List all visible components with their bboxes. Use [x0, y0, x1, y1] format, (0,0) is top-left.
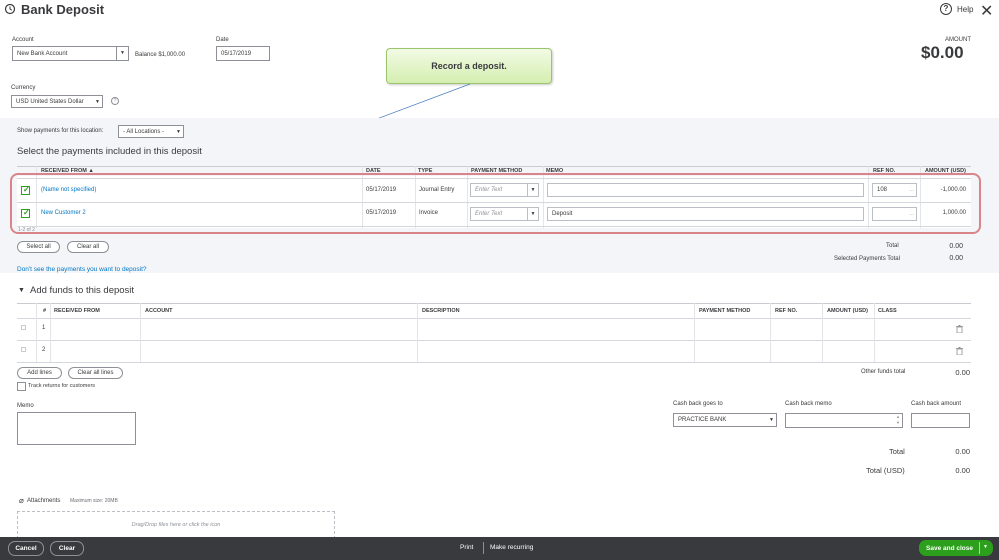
footer-divider — [483, 542, 484, 554]
funds-col-class: CLASS — [878, 308, 897, 314]
clear-button[interactable]: Clear — [50, 541, 84, 556]
chevron-down-icon: ▼ — [176, 128, 181, 135]
trash-icon[interactable] — [956, 347, 963, 356]
cashback-goes-to-select[interactable]: PRACTICE BANK ▼ — [673, 413, 777, 427]
select-all-button[interactable]: Select all — [17, 241, 60, 253]
funds-col-account: ACCOUNT — [145, 308, 173, 314]
resize-handle-icon[interactable]: ▲ ▼ — [896, 414, 900, 426]
clear-all-button[interactable]: Clear all — [67, 241, 109, 253]
paperclip-icon[interactable]: ⌀ — [19, 496, 24, 505]
add-lines-button[interactable]: Add lines — [17, 367, 62, 379]
chevron-down-icon[interactable]: ▼ — [983, 544, 988, 550]
funds-row-num: 1 — [42, 325, 46, 331]
funds-col-payment-method: PAYMENT METHOD — [699, 308, 751, 314]
clear-all-lines-button[interactable]: Clear all lines — [68, 367, 123, 379]
funds-col-amount: AMOUNT (USD) — [827, 308, 868, 314]
chevron-down-icon: ▼ — [769, 417, 774, 423]
payments-total-value: 0.00 — [949, 243, 963, 250]
drag-handle-icon[interactable] — [21, 325, 26, 330]
save-close-button[interactable]: Save and close ▼ — [919, 540, 993, 556]
chevron-down-icon: ▼ — [95, 98, 100, 105]
funds-col-description: DESCRIPTION — [422, 308, 460, 314]
memo-textarea[interactable] — [17, 412, 136, 445]
total-value: 0.00 — [955, 447, 970, 456]
attachments-label: Attachments — [27, 498, 61, 504]
collapse-caret-icon[interactable]: ▼ — [18, 287, 25, 294]
cashback-amount-label: Cash back amount — [911, 401, 962, 407]
selected-total-value: 0.00 — [949, 255, 963, 262]
drag-handle-icon[interactable] — [21, 347, 26, 352]
highlight-box — [10, 173, 981, 234]
total-label: Total — [889, 447, 905, 456]
total-usd-value: 0.00 — [955, 466, 970, 475]
attachments-dropzone[interactable]: Drag/Drop files here or click the icon — [17, 511, 335, 539]
attachments-max-size: Maximum size: 20MB — [70, 498, 118, 504]
currency-select[interactable]: USD United States Dollar ▼ — [11, 95, 103, 108]
track-returns-checkbox[interactable] — [17, 382, 26, 391]
funds-col-ref-no: REF NO. — [775, 308, 798, 314]
total-usd-label: Total (USD) — [866, 466, 905, 475]
selected-total-label: Selected Payments Total — [834, 256, 900, 262]
missing-payments-link[interactable]: Don't see the payments you want to depos… — [17, 266, 147, 273]
other-funds-total-label: Other funds total — [861, 369, 906, 375]
funds-col-num: # — [43, 308, 47, 314]
dropzone-hint: Drag/Drop files here or click the icon — [131, 522, 221, 528]
funds-col-received-from: RECEIVED FROM — [54, 308, 100, 314]
make-recurring-link[interactable]: Make recurring — [490, 544, 533, 551]
payments-section-title: Select the payments included in this dep… — [17, 146, 202, 157]
payments-total-label: Total — [886, 243, 899, 249]
cashback-memo-input[interactable]: ▲ ▼ — [785, 413, 903, 428]
cashback-amount-input[interactable] — [911, 413, 970, 428]
currency-label: Currency — [11, 85, 36, 91]
memo-label: Memo — [17, 403, 34, 409]
cancel-button[interactable]: Cancel — [8, 541, 44, 556]
track-returns-label: Track returns for customers — [28, 383, 96, 389]
location-select[interactable]: - All Locations - ▼ — [118, 125, 184, 138]
location-label: Show payments for this location: — [17, 128, 104, 134]
cashback-memo-label: Cash back memo — [785, 401, 832, 407]
save-close-label[interactable]: Save and close — [926, 545, 973, 552]
save-options-divider — [979, 542, 980, 554]
cashback-goes-to-label: Cash back goes to — [673, 401, 723, 407]
info-icon[interactable]: ? — [111, 97, 119, 105]
funds-section-title: Add funds to this deposit — [30, 285, 135, 296]
other-funds-total-value: 0.00 — [955, 368, 970, 377]
funds-row-num: 2 — [42, 347, 46, 353]
print-link[interactable]: Print — [460, 544, 473, 551]
trash-icon[interactable] — [956, 325, 963, 334]
